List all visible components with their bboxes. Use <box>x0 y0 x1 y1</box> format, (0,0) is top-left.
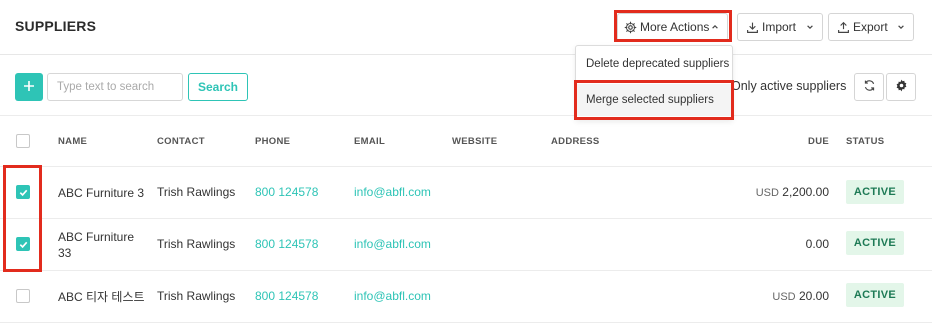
supplier-name[interactable]: ABC Furniture 33 <box>58 229 148 261</box>
column-header-website[interactable]: WEBSITE <box>452 136 497 147</box>
due-amount: 20.00 <box>798 289 829 303</box>
supplier-name[interactable]: ABC 티자 테스트 <box>58 289 148 305</box>
due-currency: USD <box>772 291 796 303</box>
export-label: Export <box>853 20 888 34</box>
select-all-checkbox[interactable] <box>16 134 30 148</box>
page-title: SUPPLIERS <box>15 18 97 34</box>
table-row[interactable]: ABC 티자 테스트 Trish Rawlings 800 124578 inf… <box>0 271 932 323</box>
table-settings-button[interactable] <box>886 73 916 101</box>
supplier-due: USD 2,200.00 <box>756 185 829 199</box>
download-icon <box>746 21 759 34</box>
supplier-email-link[interactable]: info@abfl.com <box>354 289 431 303</box>
export-button[interactable]: Export <box>828 13 914 41</box>
column-header-address[interactable]: ADDRESS <box>551 136 600 147</box>
row-checkbox[interactable] <box>16 289 30 303</box>
supplier-contact: Trish Rawlings <box>157 237 236 251</box>
gear-icon <box>895 79 908 95</box>
refresh-button[interactable] <box>854 73 884 101</box>
status-badge: ACTIVE <box>846 231 904 255</box>
add-supplier-button[interactable] <box>15 73 43 101</box>
column-header-email[interactable]: EMAIL <box>354 136 385 147</box>
supplier-name[interactable]: ABC Furniture 3 <box>58 185 148 201</box>
due-amount: 2,200.00 <box>782 185 829 199</box>
menu-item-delete-deprecated[interactable]: Delete deprecated suppliers <box>576 48 732 80</box>
active-suppliers-filter-label[interactable]: Only active suppliers <box>731 79 846 93</box>
upload-icon <box>837 21 850 34</box>
highlight-box-selected-rows <box>3 165 42 272</box>
column-header-phone[interactable]: PHONE <box>255 136 290 147</box>
table-header: NAME CONTACT PHONE EMAIL WEBSITE ADDRESS… <box>0 115 932 167</box>
import-button[interactable]: Import <box>737 13 823 41</box>
search-button[interactable]: Search <box>188 73 248 101</box>
status-badge: ACTIVE <box>846 283 904 307</box>
chevron-down-icon <box>897 23 905 31</box>
column-header-name[interactable]: NAME <box>58 136 87 147</box>
import-label: Import <box>762 20 797 34</box>
column-header-status[interactable]: STATUS <box>846 136 884 147</box>
supplier-contact: Trish Rawlings <box>157 289 236 303</box>
table-row[interactable]: ABC Furniture 33 Trish Rawlings 800 1245… <box>0 219 932 271</box>
status-badge: ACTIVE <box>846 180 904 204</box>
due-amount: 0.00 <box>805 237 829 251</box>
highlight-box-merge-item <box>574 80 734 120</box>
chevron-down-icon <box>806 23 814 31</box>
highlight-box-more-actions <box>614 10 732 42</box>
supplier-contact: Trish Rawlings <box>157 185 236 199</box>
supplier-due: USD 20.00 <box>772 289 829 303</box>
supplier-phone-link[interactable]: 800 124578 <box>255 237 318 251</box>
plus-icon <box>23 80 35 95</box>
supplier-email-link[interactable]: info@abfl.com <box>354 237 431 251</box>
supplier-phone-link[interactable]: 800 124578 <box>255 289 318 303</box>
supplier-phone-link[interactable]: 800 124578 <box>255 185 318 199</box>
page-header: SUPPLIERS More Actions Import Export <box>0 0 932 55</box>
supplier-due: 0.00 <box>806 237 829 251</box>
column-header-contact[interactable]: CONTACT <box>157 136 205 147</box>
column-header-due[interactable]: DUE <box>808 136 829 147</box>
table-row[interactable]: ABC Furniture 3 Trish Rawlings 800 12457… <box>0 167 932 219</box>
due-currency: USD <box>755 187 779 199</box>
supplier-email-link[interactable]: info@abfl.com <box>354 185 431 199</box>
search-input[interactable] <box>47 73 183 101</box>
refresh-icon <box>863 79 876 95</box>
